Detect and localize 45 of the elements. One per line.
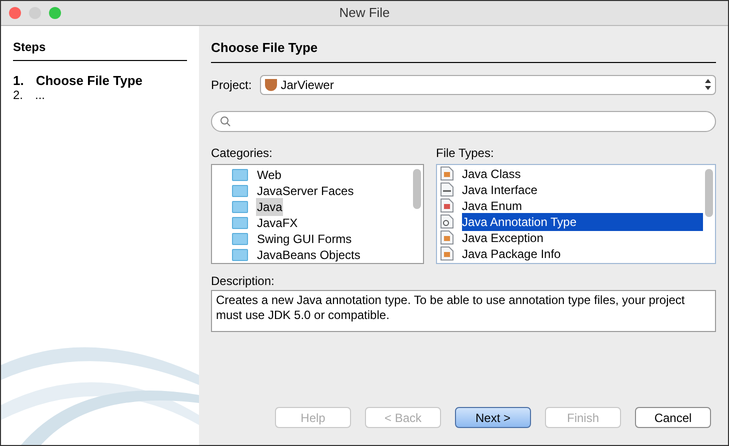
description-label: Description: — [211, 272, 276, 290]
close-icon[interactable] — [9, 7, 21, 19]
file-type-item[interactable]: Java Enum — [462, 196, 703, 214]
updown-caret-icon — [705, 79, 711, 90]
window-title: New File — [339, 4, 390, 22]
category-item[interactable]: JavaServer Faces — [256, 182, 355, 200]
scrollbar[interactable] — [413, 168, 421, 208]
file-icon — [440, 246, 454, 261]
file-types-label: File Types: — [436, 144, 495, 162]
zoom-icon[interactable] — [49, 7, 61, 19]
folder-icon — [232, 216, 248, 228]
dialog-button[interactable]: Next > — [455, 407, 531, 428]
coffee-cup-icon — [264, 78, 277, 90]
folder-icon — [232, 168, 248, 180]
file-icon — [440, 198, 454, 213]
file-icon — [440, 166, 454, 181]
description-text: Creates a new Java annotation type. To be able to use annotation type files, your project must use JDK 5.0 or compatible. — [211, 290, 716, 332]
folder-icon — [232, 200, 248, 212]
category-item[interactable]: Java — [256, 198, 284, 216]
file-type-item[interactable]: Java Annotation Type — [462, 212, 703, 230]
category-item[interactable]: JavaBeans Objects — [256, 246, 362, 262]
category-item[interactable]: Web — [256, 166, 282, 184]
file-type-item[interactable]: Java Class — [462, 164, 703, 182]
file-type-item[interactable]: Java Exception — [462, 228, 703, 246]
folder-icon — [232, 232, 248, 244]
file-icon — [440, 214, 454, 229]
category-item[interactable]: Swing GUI Forms — [256, 230, 353, 248]
folder-icon — [232, 248, 248, 260]
steps-title: Steps — [13, 38, 187, 61]
search-field[interactable] — [211, 110, 716, 132]
categories-label: Categories: — [211, 144, 274, 162]
step-item: 1. Choose File Type — [13, 73, 144, 88]
project-label: Project: — [211, 76, 252, 94]
folder-icon — [232, 184, 248, 196]
project-dropdown[interactable]: JarViewer — [260, 74, 716, 94]
search-icon — [220, 116, 231, 126]
scrollbar[interactable] — [705, 168, 713, 216]
file-type-item[interactable]: Java Interface — [462, 180, 703, 198]
dialog-button[interactable]: Cancel — [635, 407, 711, 428]
category-item[interactable]: JavaFX — [256, 214, 299, 232]
file-icon — [440, 182, 454, 197]
file-type-item[interactable]: Java Package Info — [462, 244, 703, 262]
file-icon — [440, 230, 454, 245]
step-item: 2. ... — [13, 88, 46, 103]
panel-title: Choose File Type — [211, 38, 716, 62]
